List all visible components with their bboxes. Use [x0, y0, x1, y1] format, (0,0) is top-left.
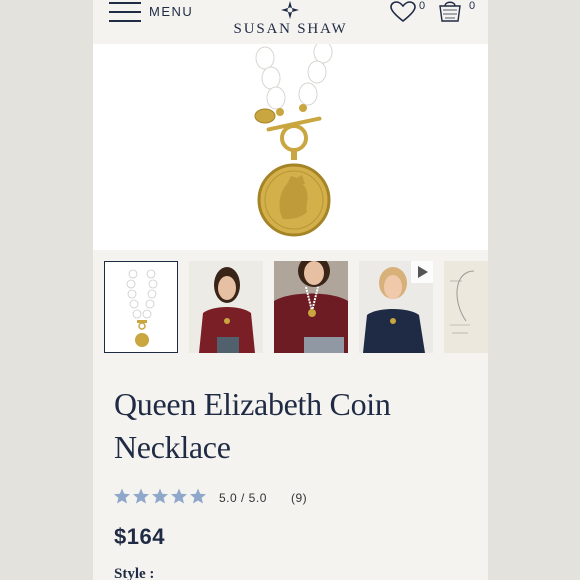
- main-product-image[interactable]: [93, 44, 488, 250]
- style-label: Style :: [114, 566, 155, 580]
- thumbnail-model-2[interactable]: [274, 261, 348, 353]
- product-price: $164: [114, 524, 165, 549]
- rating-value: 5.0 / 5.0: [219, 491, 267, 505]
- thumbnail-size-diagram[interactable]: [444, 261, 488, 353]
- thumbnail-model-1[interactable]: [189, 261, 263, 353]
- site-header: MENU SUSAN SHAW 0 0: [93, 0, 488, 44]
- hamburger-menu-icon[interactable]: [109, 2, 141, 24]
- thumbnail-strip: [93, 258, 488, 358]
- wishlist-heart-icon[interactable]: [390, 1, 416, 23]
- brand-logo-icon[interactable]: [280, 0, 300, 20]
- shopping-bag-icon[interactable]: [437, 0, 463, 22]
- product-page: MENU SUSAN SHAW 0 0 Queen Elizabeth Coin…: [93, 0, 488, 580]
- thumbnail-necklace[interactable]: [104, 261, 178, 353]
- thumbnail-video[interactable]: [359, 261, 433, 353]
- product-title: Queen Elizabeth Coin Necklace: [114, 386, 391, 465]
- necklace-image: [254, 44, 333, 237]
- brand-name[interactable]: SUSAN SHAW: [213, 21, 368, 38]
- review-count[interactable]: (9): [291, 491, 307, 505]
- menu-label[interactable]: MENU: [149, 4, 193, 19]
- rating-stars-icon[interactable]: [113, 487, 209, 507]
- cart-count: 0: [469, 0, 476, 12]
- wishlist-count: 0: [419, 0, 426, 12]
